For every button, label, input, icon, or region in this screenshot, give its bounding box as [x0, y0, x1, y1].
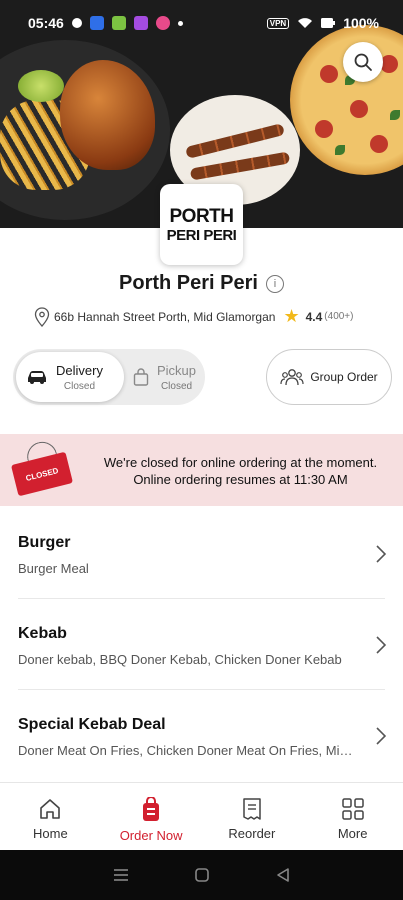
search-button[interactable]: [343, 42, 383, 82]
battery-percent: 100%: [343, 15, 379, 31]
messenger-icon: [89, 16, 104, 30]
vpn-icon: VPN: [266, 17, 290, 29]
order-type-toggle: Delivery Closed Pickup Closed: [13, 349, 205, 405]
app-icon: [133, 16, 148, 30]
battery-icon: [321, 18, 336, 28]
chevron-right-icon: [376, 727, 387, 745]
nav-more[interactable]: More: [302, 783, 403, 850]
logo-line-2: PERI PERI: [166, 226, 237, 244]
pickup-option[interactable]: Pickup Closed: [125, 352, 203, 402]
category-title: Special Kebab Deal: [18, 716, 166, 733]
location-pin-icon: [34, 306, 50, 327]
grid-icon: [341, 798, 364, 820]
back-icon[interactable]: [275, 867, 291, 883]
group-users-icon: [280, 369, 304, 386]
group-order-button[interactable]: Group Order: [266, 349, 392, 405]
status-bar: 05:46 VPN 100%: [0, 0, 403, 46]
shopping-bag-icon: [133, 368, 149, 386]
restaurant-name: Porth Peri Peri: [119, 272, 258, 294]
restaurant-address: 66b Hannah Street Porth, Mid Glamorgan: [54, 309, 276, 324]
closed-sign-text: CLOSED: [24, 465, 60, 483]
home-button-icon[interactable]: [194, 867, 210, 883]
nav-home[interactable]: Home: [0, 783, 101, 850]
recent-apps-icon[interactable]: [112, 868, 130, 882]
lime-decoration: [18, 70, 64, 102]
category-title: Kebab: [18, 625, 67, 642]
info-icon[interactable]: i: [265, 274, 284, 293]
restaurant-header: Porth Peri Peri i: [0, 272, 403, 295]
receipt-icon: [243, 798, 261, 820]
category-title: Burger: [18, 534, 71, 551]
nav-more-label: More: [337, 826, 368, 841]
nav-reorder-label: Reorder: [228, 826, 276, 841]
logo-line-1: PORTH: [169, 205, 235, 227]
delivery-label: Delivery: [56, 362, 103, 378]
nav-home-label: Home: [33, 826, 68, 841]
category-description: Doner Meat On Fries, Chicken Doner Meat …: [18, 743, 353, 758]
notification-dot-icon: [177, 20, 183, 26]
closed-message-line-2: Online ordering resumes at 11:30 AM: [133, 472, 348, 487]
group-order-label: Group Order: [310, 370, 378, 384]
pizza-decoration: [290, 25, 403, 175]
restaurant-logo: PORTH PERI PERI: [160, 184, 243, 265]
category-description: Burger Meal: [18, 561, 89, 576]
star-icon: ★: [283, 306, 300, 326]
delivery-status: Closed: [63, 380, 96, 392]
rating-value: 4.4: [305, 309, 323, 324]
nav-reorder[interactable]: Reorder: [202, 783, 303, 850]
address-row: 66b Hannah Street Porth, Mid Glamorgan ★…: [34, 306, 384, 327]
system-navigation-bar: [0, 850, 403, 900]
android-icon: [111, 16, 126, 30]
closed-message: We're closed for online ordering at the …: [88, 454, 393, 488]
status-time: 05:46: [28, 15, 64, 31]
pickup-status: Closed: [160, 380, 193, 392]
menu-category-kebab[interactable]: Kebab Doner kebab, BBQ Doner Kebab, Chic…: [0, 599, 403, 689]
rating-count: (400+): [324, 311, 354, 322]
settings-icon: [71, 18, 82, 28]
bottom-navigation: Home Order Now Reorder More: [0, 782, 403, 850]
home-icon: [40, 799, 61, 819]
category-description: Doner kebab, BBQ Doner Kebab, Chicken Do…: [18, 652, 342, 667]
closed-banner: CLOSED We're closed for online ordering …: [0, 434, 403, 506]
menu-category-special-kebab-deal[interactable]: Special Kebab Deal Doner Meat On Fries, …: [0, 690, 403, 780]
delivery-option[interactable]: Delivery Closed: [16, 352, 124, 402]
chrome-icon: [155, 16, 170, 30]
closed-message-line-1: We're closed for online ordering at the …: [103, 455, 378, 470]
order-bag-icon: [143, 797, 160, 821]
closed-sign-icon: CLOSED: [10, 451, 74, 497]
wifi-icon: [298, 18, 313, 28]
chevron-right-icon: [376, 545, 387, 563]
chevron-right-icon: [376, 636, 387, 654]
pickup-label: Pickup: [157, 362, 197, 378]
menu-category-burger[interactable]: Burger Burger Meal: [0, 508, 403, 598]
car-icon: [28, 371, 46, 384]
nav-order-now[interactable]: Order Now: [101, 783, 202, 850]
nav-order-now-label: Order Now: [119, 828, 183, 843]
search-icon: [354, 53, 372, 71]
